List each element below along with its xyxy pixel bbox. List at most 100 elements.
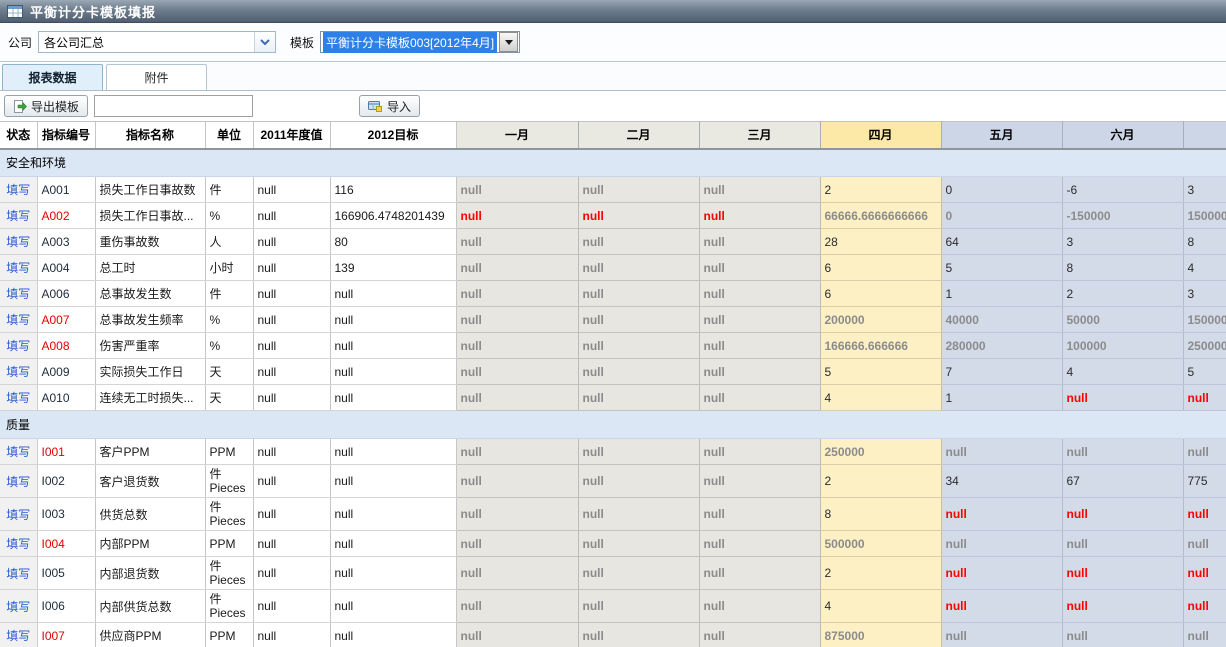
import-button[interactable]: 导入: [359, 95, 420, 117]
month-value-cell: null: [1062, 623, 1183, 647]
indicator-code: A002: [37, 203, 95, 229]
table-row: 填写A003重伤事故数人null80nullnullnull286438: [0, 229, 1226, 255]
table-row: 填写A010连续无工时损失...天nullnullnullnullnull41n…: [0, 385, 1226, 411]
indicator-unit: 件 Pieces: [205, 465, 253, 498]
table-row: 填写I002客户退货数件 Piecesnullnullnullnullnull2…: [0, 465, 1226, 498]
fill-link[interactable]: 填写: [6, 537, 30, 551]
status-cell: 填写: [0, 359, 37, 385]
status-cell: 填写: [0, 385, 37, 411]
table-row: 填写I003供货总数件 Piecesnullnullnullnullnull8n…: [0, 498, 1226, 531]
indicator-target: null: [330, 333, 456, 359]
month-value-cell: null: [1183, 498, 1226, 531]
fill-link[interactable]: 填写: [6, 183, 30, 197]
status-cell: 填写: [0, 203, 37, 229]
month-value-cell: 34: [941, 465, 1062, 498]
month-value-cell: null: [699, 385, 820, 411]
month-value-cell: null: [578, 498, 699, 531]
month-value-cell: 50000: [1062, 307, 1183, 333]
fill-link[interactable]: 填写: [6, 475, 30, 489]
month-value-cell: null: [456, 281, 578, 307]
indicator-target: null: [330, 307, 456, 333]
column-header: 2011年度值: [253, 122, 330, 149]
fill-link[interactable]: 填写: [6, 313, 30, 327]
status-cell: 填写: [0, 557, 37, 590]
indicator-code: I004: [37, 531, 95, 557]
table-row: 填写A009实际损失工作日天nullnullnullnullnull5745: [0, 359, 1226, 385]
fill-link[interactable]: 填写: [6, 629, 30, 643]
month-value-cell: 3: [1183, 281, 1226, 307]
fill-link[interactable]: 填写: [6, 365, 30, 379]
indicator-target: null: [330, 557, 456, 590]
tab-attachments[interactable]: 附件: [106, 64, 207, 90]
month-value-cell: null: [1183, 439, 1226, 465]
month-value-cell: null: [456, 590, 578, 623]
table-row: 填写A008伤害严重率%nullnullnullnullnull166666.6…: [0, 333, 1226, 359]
import-file-input[interactable]: [94, 95, 253, 117]
month-value-cell: null: [578, 333, 699, 359]
table-row: 填写I006内部供货总数件 Piecesnullnullnullnullnull…: [0, 590, 1226, 623]
fill-link[interactable]: 填写: [6, 261, 30, 275]
month-value-cell: null: [456, 177, 578, 203]
fill-link[interactable]: 填写: [6, 567, 30, 581]
column-header: 单位: [205, 122, 253, 149]
company-combobox[interactable]: 各公司汇总: [38, 31, 276, 53]
scorecard-table-viewport: 状态指标编号指标名称单位2011年度值2012目标一月二月三月四月五月六月安全和…: [0, 121, 1226, 647]
indicator-code: I007: [37, 623, 95, 647]
indicator-name: 实际损失工作日: [95, 359, 205, 385]
fill-link[interactable]: 填写: [6, 508, 30, 522]
import-icon: [368, 100, 383, 112]
month-value-cell: 40000: [941, 307, 1062, 333]
indicator-name: 内部供货总数: [95, 590, 205, 623]
indicator-target: 116: [330, 177, 456, 203]
indicator-y2011: null: [253, 203, 330, 229]
month-value-cell: 6: [820, 281, 941, 307]
month-value-cell: 66666.6666666666: [820, 203, 941, 229]
column-header: 五月: [941, 122, 1062, 149]
month-value-cell: null: [699, 177, 820, 203]
fill-link[interactable]: 填写: [6, 391, 30, 405]
month-value-cell: null: [578, 531, 699, 557]
month-value-cell: null: [699, 623, 820, 647]
month-value-cell: 8: [820, 498, 941, 531]
fill-link[interactable]: 填写: [6, 209, 30, 223]
template-select[interactable]: 平衡计分卡模板003[2012年4月]: [320, 31, 520, 53]
fill-link[interactable]: 填写: [6, 600, 30, 614]
month-value-cell: 5: [1183, 359, 1226, 385]
column-header: 三月: [699, 122, 820, 149]
indicator-y2011: null: [253, 385, 330, 411]
month-value-cell: null: [456, 439, 578, 465]
fill-link[interactable]: 填写: [6, 235, 30, 249]
page-title: 平衡计分卡模板填报: [30, 2, 156, 21]
export-template-button[interactable]: 导出模板: [4, 95, 88, 117]
chevron-down-icon[interactable]: [254, 32, 275, 52]
indicator-target: null: [330, 498, 456, 531]
fill-link[interactable]: 填写: [6, 339, 30, 353]
window-titlebar: 平衡计分卡模板填报: [0, 0, 1226, 23]
month-value-cell: 150000: [1183, 203, 1226, 229]
indicator-y2011: null: [253, 333, 330, 359]
indicator-code: A001: [37, 177, 95, 203]
month-value-cell: null: [456, 359, 578, 385]
indicator-y2011: null: [253, 439, 330, 465]
month-value-cell: null: [1183, 623, 1226, 647]
indicator-unit: %: [205, 333, 253, 359]
indicator-code: I006: [37, 590, 95, 623]
month-value-cell: null: [456, 465, 578, 498]
month-value-cell: 5: [820, 359, 941, 385]
month-value-cell: null: [578, 590, 699, 623]
group-row: 安全和环境: [0, 149, 1226, 177]
month-value-cell: null: [578, 307, 699, 333]
month-value-cell: null: [578, 439, 699, 465]
status-cell: 填写: [0, 465, 37, 498]
month-value-cell: 166666.666666: [820, 333, 941, 359]
month-value-cell: 28: [820, 229, 941, 255]
indicator-y2011: null: [253, 255, 330, 281]
indicator-y2011: null: [253, 590, 330, 623]
month-value-cell: null: [699, 229, 820, 255]
fill-link[interactable]: 填写: [6, 445, 30, 459]
status-cell: 填写: [0, 333, 37, 359]
group-row: 质量: [0, 411, 1226, 439]
tab-report-data[interactable]: 报表数据: [2, 64, 103, 90]
fill-link[interactable]: 填写: [6, 287, 30, 301]
dropdown-arrow-icon[interactable]: [499, 32, 518, 52]
